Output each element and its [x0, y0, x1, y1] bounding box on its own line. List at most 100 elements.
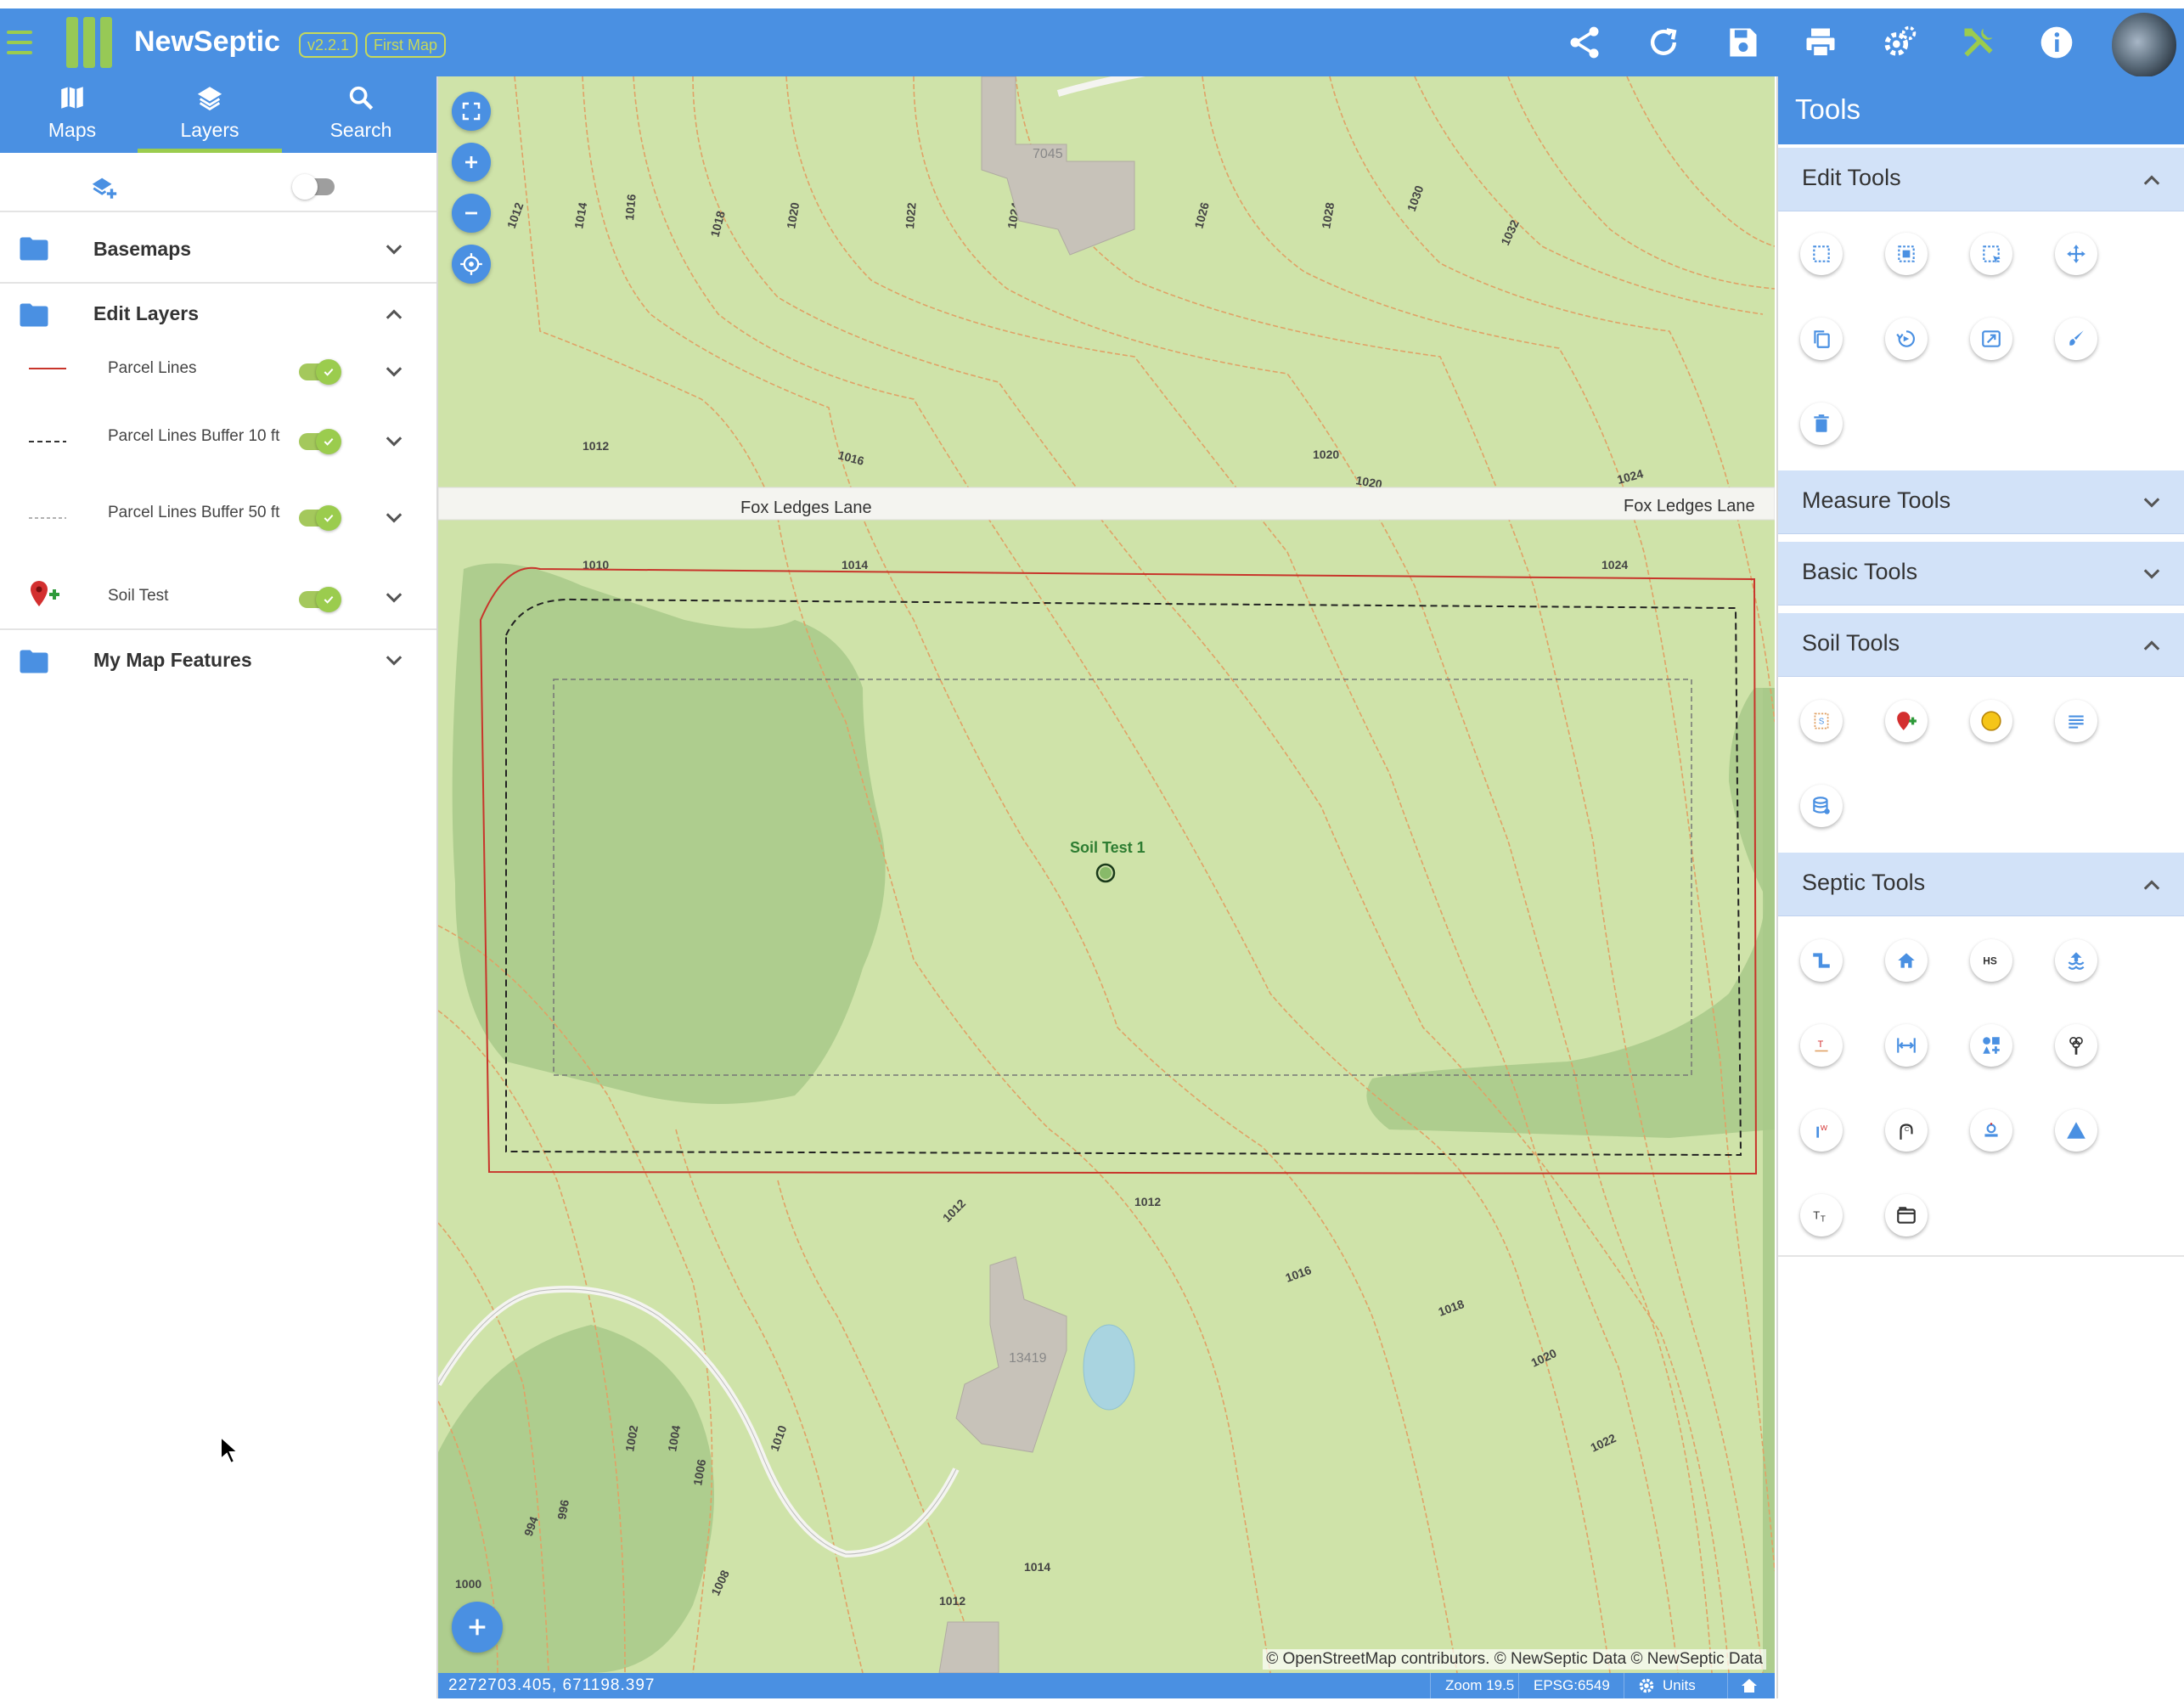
map-canvas[interactable]: 1012 1014 1016 1018 1020 1022 1024 1026 …	[438, 76, 1775, 1673]
style-icon[interactable]	[2055, 318, 2097, 360]
svg-text:S: S	[1819, 717, 1825, 726]
hamburger-menu-icon[interactable]	[7, 31, 32, 54]
print-icon[interactable]	[1802, 24, 1839, 61]
svg-text:1012: 1012	[583, 439, 609, 453]
locate-button[interactable]	[452, 245, 491, 284]
layer-parcel-lines-toggle[interactable]	[299, 359, 341, 385]
tab-layers[interactable]: Layers	[138, 76, 282, 153]
tab-maps[interactable]: Maps	[0, 76, 144, 153]
soil-list-icon[interactable]	[2055, 700, 2097, 742]
user-avatar[interactable]	[2109, 10, 2179, 80]
info-icon[interactable]	[2038, 24, 2075, 61]
house-icon[interactable]	[1885, 939, 1928, 982]
soil-pin-icon[interactable]	[1885, 700, 1928, 742]
divider	[0, 628, 436, 630]
copy-icon[interactable]	[1800, 318, 1843, 360]
layer-buffer-50ft-toggle[interactable]	[299, 505, 341, 531]
layer-soil-test-label: Soil Test	[108, 587, 169, 605]
map-name-badge[interactable]: First Map	[365, 32, 447, 58]
hs-icon[interactable]: HS	[1970, 939, 2012, 982]
chevron-down-icon[interactable]	[2140, 562, 2164, 586]
version-badge: v2.2.1	[299, 32, 358, 58]
svg-text:1014: 1014	[842, 558, 868, 572]
epsg-code[interactable]: EPSG:6549	[1534, 1677, 1610, 1694]
text-size-icon[interactable]: TT	[1800, 1194, 1843, 1236]
select-rect-icon[interactable]	[1800, 233, 1843, 275]
chevron-up-icon[interactable]	[382, 302, 406, 326]
group-basemaps[interactable]: Basemaps	[93, 238, 191, 261]
section-edit-tools[interactable]: Edit Tools	[1778, 148, 2184, 211]
app-title: NewSeptic	[134, 25, 280, 58]
forest-area	[452, 563, 886, 1104]
chevron-down-icon[interactable]	[2140, 491, 2164, 515]
group-edit-layers[interactable]: Edit Layers	[93, 302, 199, 325]
share-icon[interactable]	[1566, 24, 1603, 61]
soil-sample-icon[interactable]: S	[1800, 700, 1843, 742]
folder-icon	[20, 237, 48, 261]
section-septic-tools[interactable]: Septic Tools	[1778, 853, 2184, 916]
divider	[0, 282, 436, 284]
chevron-down-icon[interactable]	[382, 586, 406, 610]
components-icon[interactable]	[1970, 1024, 2012, 1067]
drainfield-icon[interactable]	[2055, 939, 2097, 982]
curve-icon[interactable]: C	[1885, 1109, 1928, 1152]
gear-icon[interactable]	[1637, 1676, 1658, 1697]
zoom-in-button[interactable]	[452, 143, 491, 182]
home-icon[interactable]	[1739, 1676, 1759, 1696]
scale-icon[interactable]	[1970, 318, 2012, 360]
tools-icon[interactable]	[1960, 24, 1997, 61]
forest-area	[1763, 688, 1775, 1673]
soil-db-icon[interactable]	[1800, 785, 1843, 827]
move-icon[interactable]	[2055, 233, 2097, 275]
chevron-down-icon[interactable]	[382, 360, 406, 384]
add-layer-icon[interactable]	[90, 173, 119, 202]
chevron-up-icon[interactable]	[2140, 634, 2164, 657]
chevron-down-icon[interactable]	[382, 238, 406, 262]
zoom-out-button[interactable]	[452, 194, 491, 233]
svg-text:1016: 1016	[622, 194, 639, 222]
folder-tool-icon[interactable]	[1885, 1194, 1928, 1236]
distance-icon[interactable]	[1885, 1024, 1928, 1067]
house-number: 7045	[1033, 147, 1063, 161]
layer-soil-test-toggle[interactable]	[299, 587, 341, 612]
save-icon[interactable]	[1724, 24, 1761, 61]
map-icon	[0, 83, 144, 117]
layers-icon	[138, 83, 282, 117]
select-area-icon[interactable]	[1970, 233, 2012, 275]
svg-text:1012: 1012	[1134, 1195, 1161, 1208]
chevron-down-icon[interactable]	[382, 430, 406, 453]
delete-icon[interactable]	[1800, 403, 1843, 445]
units-button[interactable]: Units	[1663, 1677, 1696, 1694]
svg-text:1012: 1012	[939, 1594, 965, 1608]
layers-master-toggle[interactable]	[292, 174, 335, 200]
rotate-icon[interactable]	[1885, 318, 1928, 360]
section-measure-tools[interactable]: Measure Tools	[1778, 470, 2184, 534]
group-my-map-features[interactable]: My Map Features	[93, 649, 252, 672]
pipe-icon[interactable]	[1800, 939, 1843, 982]
select-multi-icon[interactable]	[1885, 233, 1928, 275]
section-basic-tools[interactable]: Basic Tools	[1778, 542, 2184, 605]
refresh-icon[interactable]	[1645, 24, 1682, 61]
chevron-up-icon[interactable]	[2140, 873, 2164, 897]
map-view[interactable]: 1012 1014 1016 1018 1020 1022 1024 1026 …	[438, 76, 1775, 1673]
red-pin-icon	[31, 581, 59, 606]
section-soil-tools[interactable]: Soil Tools	[1778, 613, 2184, 677]
layer-buffer-10ft-toggle[interactable]	[299, 429, 341, 454]
chevron-down-icon[interactable]	[382, 506, 406, 530]
map-attribution[interactable]: © OpenStreetMap contributors. © NewSepti…	[1263, 1649, 1766, 1670]
tree-icon[interactable]	[2055, 1024, 2097, 1067]
chevron-down-icon[interactable]	[382, 649, 406, 673]
settings-icon[interactable]	[1881, 24, 1918, 61]
soil-circle-icon[interactable]	[1970, 700, 2012, 742]
svg-text:C: C	[1905, 1125, 1910, 1133]
fullscreen-button[interactable]	[452, 92, 491, 131]
pump-icon[interactable]	[1970, 1109, 2012, 1152]
add-feature-button[interactable]	[452, 1602, 503, 1653]
layers-sidebar: Maps Layers Search Basemaps Edit Layers …	[0, 76, 438, 1698]
chevron-up-icon[interactable]	[2140, 168, 2164, 192]
triangle-icon[interactable]	[2055, 1109, 2097, 1152]
tank-icon[interactable]: T	[1800, 1024, 1843, 1067]
well-icon[interactable]: W	[1800, 1109, 1843, 1152]
tab-maps-label: Maps	[48, 119, 97, 141]
tab-search[interactable]: Search	[289, 76, 433, 153]
